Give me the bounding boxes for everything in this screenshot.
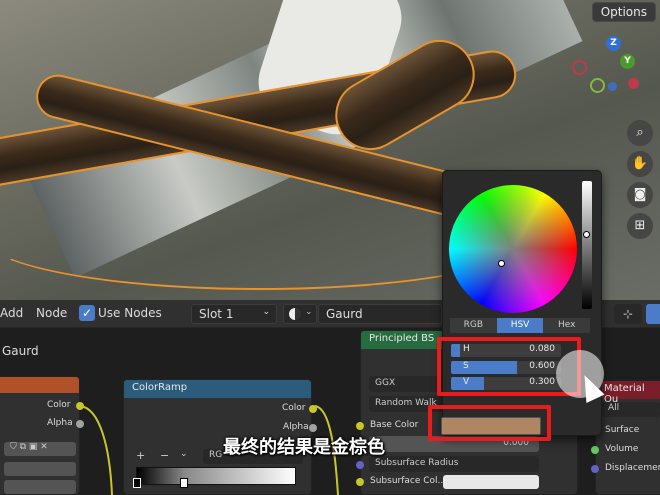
subsurface-color-swatch[interactable] [443, 475, 539, 489]
tab-rgb[interactable]: RGB [450, 318, 497, 333]
chevron-down-icon[interactable]: ⌄ [180, 449, 188, 459]
options-button[interactable]: Options [591, 2, 656, 22]
material-sphere-icon [289, 308, 301, 320]
shield-icon: ⛉ ⧉ ▣ ✕ [10, 442, 48, 452]
chevron-down-icon: ⌄ [262, 307, 270, 317]
color-ramp-bar[interactable] [136, 467, 296, 485]
hue-saturation-wheel[interactable] [449, 185, 577, 313]
color-output-socket[interactable] [76, 402, 84, 410]
ramp-stop-white[interactable] [180, 478, 188, 488]
material-name-field[interactable]: Gaurd [318, 304, 442, 324]
base-color-socket[interactable] [356, 422, 364, 430]
camera-icon[interactable]: ◙ [627, 182, 653, 208]
breadcrumb: Gaurd [2, 344, 39, 358]
chevron-down-icon: ⌄ [305, 307, 313, 317]
output-color-label: Color [47, 400, 71, 410]
grid-view-icon[interactable]: ⊞ [627, 213, 653, 239]
output-target-dropdown[interactable]: All [602, 402, 660, 417]
remove-stop-button[interactable]: − [160, 449, 169, 462]
value-slider[interactable] [582, 181, 592, 309]
alpha-output-socket[interactable] [76, 420, 84, 428]
colorramp-title: ColorRamp [124, 380, 311, 398]
gizmo-y-axis[interactable]: Y [620, 54, 635, 69]
slot-value: Slot 1 [199, 307, 234, 321]
overlay-toggle-icon[interactable] [646, 304, 660, 324]
material-browse-button[interactable]: ⌄ [283, 304, 317, 324]
snap-icon[interactable]: ⊹ [614, 304, 642, 324]
subsurface-radius-socket[interactable] [356, 461, 364, 469]
node-header [0, 377, 79, 393]
navigation-gizmo[interactable]: Z Y [568, 34, 654, 110]
gizmo-x-negative[interactable] [572, 60, 587, 75]
volume-input-socket[interactable] [591, 446, 599, 454]
subsurface-radius-field[interactable]: Subsurface Radius [369, 456, 539, 472]
subsurface-color-socket[interactable] [356, 478, 364, 486]
base-color-label: Base Color [370, 420, 419, 430]
video-subtitle: 最终的结果是金棕色 [223, 437, 385, 458]
menu-add[interactable]: Add [0, 306, 23, 320]
colorramp-color-socket[interactable] [309, 405, 317, 413]
output-alpha-label: Alpha [47, 418, 73, 428]
displacement-input-label: Displacement [605, 463, 660, 473]
image-browse-row[interactable]: ⛉ ⧉ ▣ ✕ [4, 442, 76, 456]
menu-node[interactable]: Node [36, 306, 67, 320]
colorramp-alpha-output-label: Alpha [283, 422, 309, 432]
gizmo-y-negative[interactable] [590, 78, 605, 93]
zoom-icon[interactable]: ⌕ [627, 120, 653, 146]
tab-hex[interactable]: Hex [543, 318, 591, 333]
gizmo-z-axis[interactable]: Z [606, 36, 621, 51]
color-mode-tabs: RGB HSV Hex [450, 318, 591, 333]
colorramp-color-output-label: Color [282, 403, 306, 413]
slot-dropdown[interactable]: Slot 1 ⌄ [191, 304, 277, 324]
wheel-cursor[interactable] [498, 260, 505, 267]
surface-input-label: Surface [605, 425, 640, 435]
use-nodes-label: Use Nodes [98, 306, 162, 320]
value-slider-knob[interactable] [583, 231, 590, 238]
material-output-node[interactable]: Material Ou [595, 380, 660, 495]
displacement-input-socket[interactable] [591, 465, 599, 473]
interpolation-dropdown[interactable] [4, 462, 76, 476]
image-texture-node[interactable] [0, 376, 80, 495]
use-nodes-checkbox[interactable]: ✓ [79, 305, 95, 321]
material-output-title: Material Ou [596, 381, 660, 405]
gizmo-z-negative[interactable] [608, 82, 617, 91]
ramp-stop-black[interactable] [133, 478, 141, 488]
pan-hand-icon[interactable]: ✋ [627, 151, 653, 177]
subsurface-color-label: Subsurface Col... [370, 476, 447, 486]
add-stop-button[interactable]: + [136, 449, 145, 462]
projection-dropdown[interactable] [4, 480, 76, 494]
tab-hsv[interactable]: HSV [496, 318, 544, 333]
colorramp-alpha-socket[interactable] [309, 424, 317, 432]
volume-input-label: Volume [605, 444, 639, 454]
gizmo-x-axis[interactable] [628, 78, 639, 89]
swatch-highlight-box [428, 405, 551, 441]
